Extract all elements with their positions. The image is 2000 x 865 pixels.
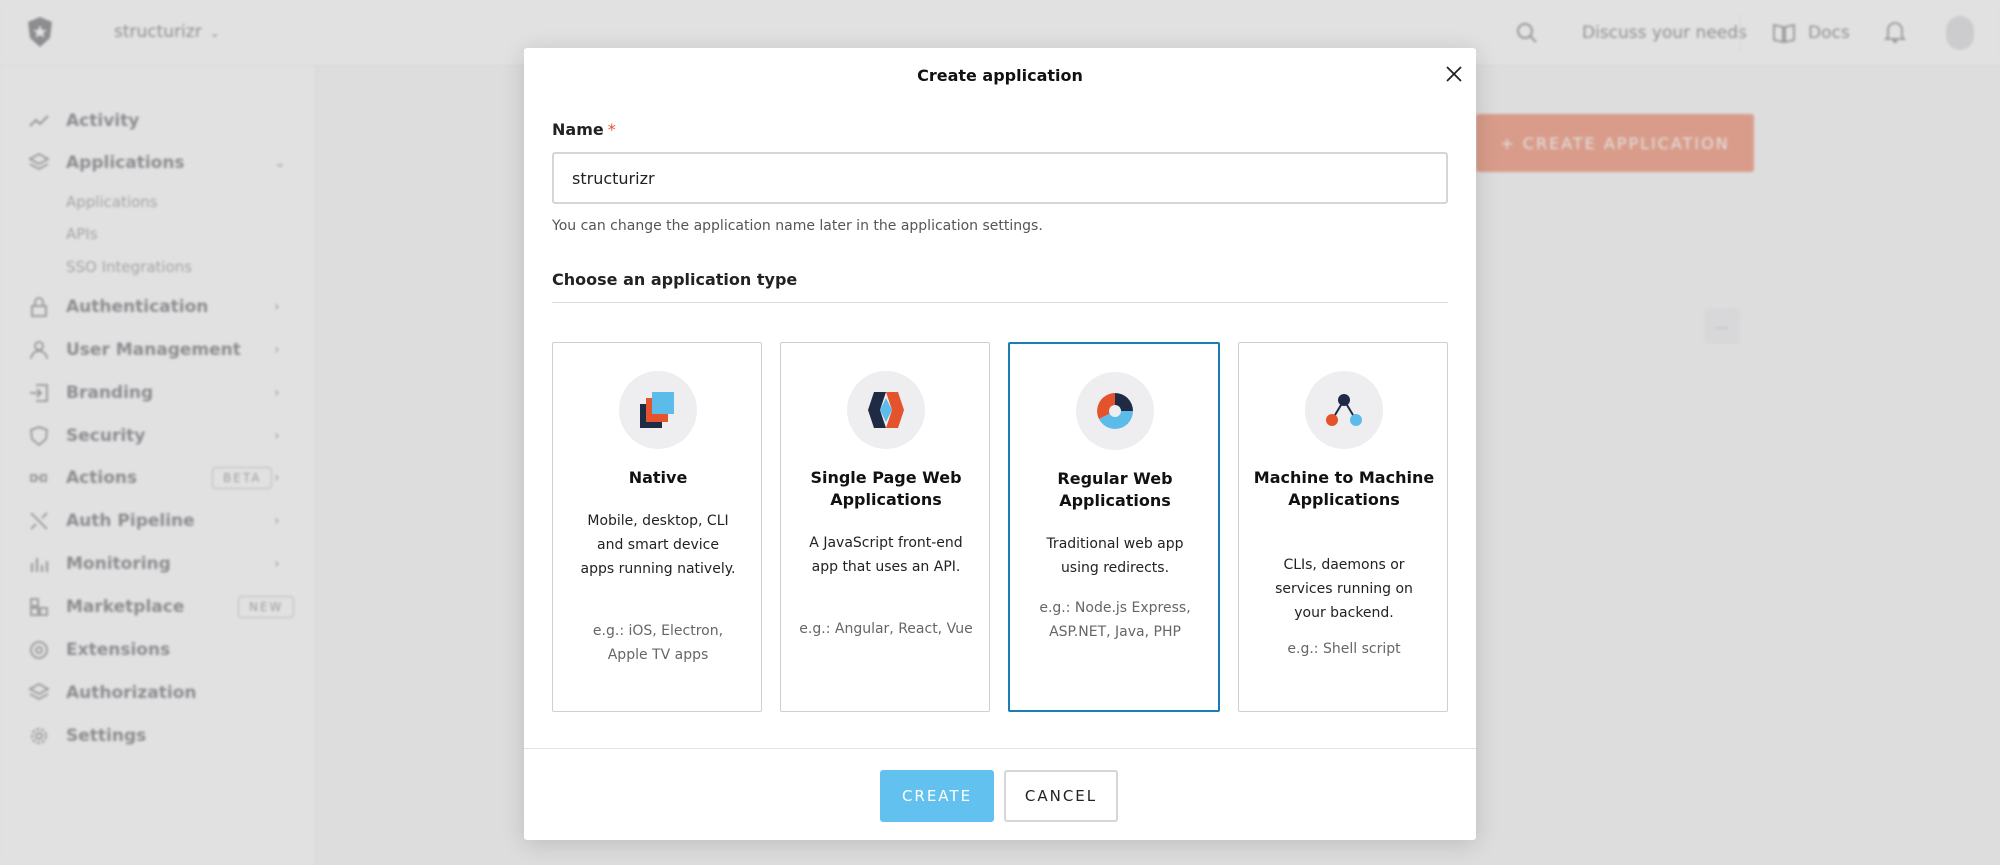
app-type-card-regular-web[interactable]: Regular Web Applications Traditional web… <box>1008 342 1220 712</box>
divider <box>552 302 1448 303</box>
card-description: CLIs, daemons or services running on you… <box>1275 557 1413 621</box>
create-application-dialog: Create application Name* You can change … <box>524 48 1476 840</box>
card-title: Regular Web Applications <box>1057 469 1173 510</box>
card-description: Traditional web app using redirects. <box>1046 536 1184 576</box>
card-title: Machine to Machine Applications <box>1253 468 1435 509</box>
app-type-card-spa[interactable]: Single Page Web Applications A JavaScrip… <box>780 342 990 712</box>
icon-circle <box>619 371 697 449</box>
name-label: Name * <box>552 120 616 139</box>
card-example: e.g.: Node.js Express, ASP.NET, Java, PH… <box>1039 600 1191 640</box>
application-type-heading: Choose an application type <box>552 270 798 289</box>
dialog-title: Create application <box>917 66 1083 85</box>
icon-circle <box>847 371 925 449</box>
cancel-button[interactable]: CANCEL <box>1004 770 1118 822</box>
spa-icon <box>868 392 904 428</box>
create-button[interactable]: CREATE <box>880 770 994 822</box>
name-help-text: You can change the application name late… <box>552 218 1043 234</box>
icon-circle <box>1076 372 1154 450</box>
card-example: e.g.: Angular, React, Vue <box>799 621 973 637</box>
native-icon <box>640 392 674 428</box>
icon-circle <box>1305 371 1383 449</box>
card-description: Mobile, desktop, CLI and smart device ap… <box>580 513 736 577</box>
app-type-card-m2m[interactable]: Machine to Machine Applications CLIs, da… <box>1238 342 1448 712</box>
card-title: Single Page Web Applications <box>810 468 962 509</box>
card-example: e.g.: Shell script <box>1287 641 1401 657</box>
regular-web-icon <box>1097 393 1133 429</box>
required-mark: * <box>607 120 616 139</box>
card-title: Native <box>628 468 688 487</box>
m2m-icon <box>1326 394 1362 426</box>
name-label-text: Name <box>552 120 604 139</box>
app-type-card-native[interactable]: Native Mobile, desktop, CLI and smart de… <box>552 342 762 712</box>
close-icon[interactable] <box>1442 62 1466 86</box>
card-example: e.g.: iOS, Electron, Apple TV apps <box>592 623 724 663</box>
card-description: A JavaScript front-end app that uses an … <box>809 535 963 575</box>
name-input[interactable] <box>552 152 1448 204</box>
divider <box>524 748 1476 749</box>
